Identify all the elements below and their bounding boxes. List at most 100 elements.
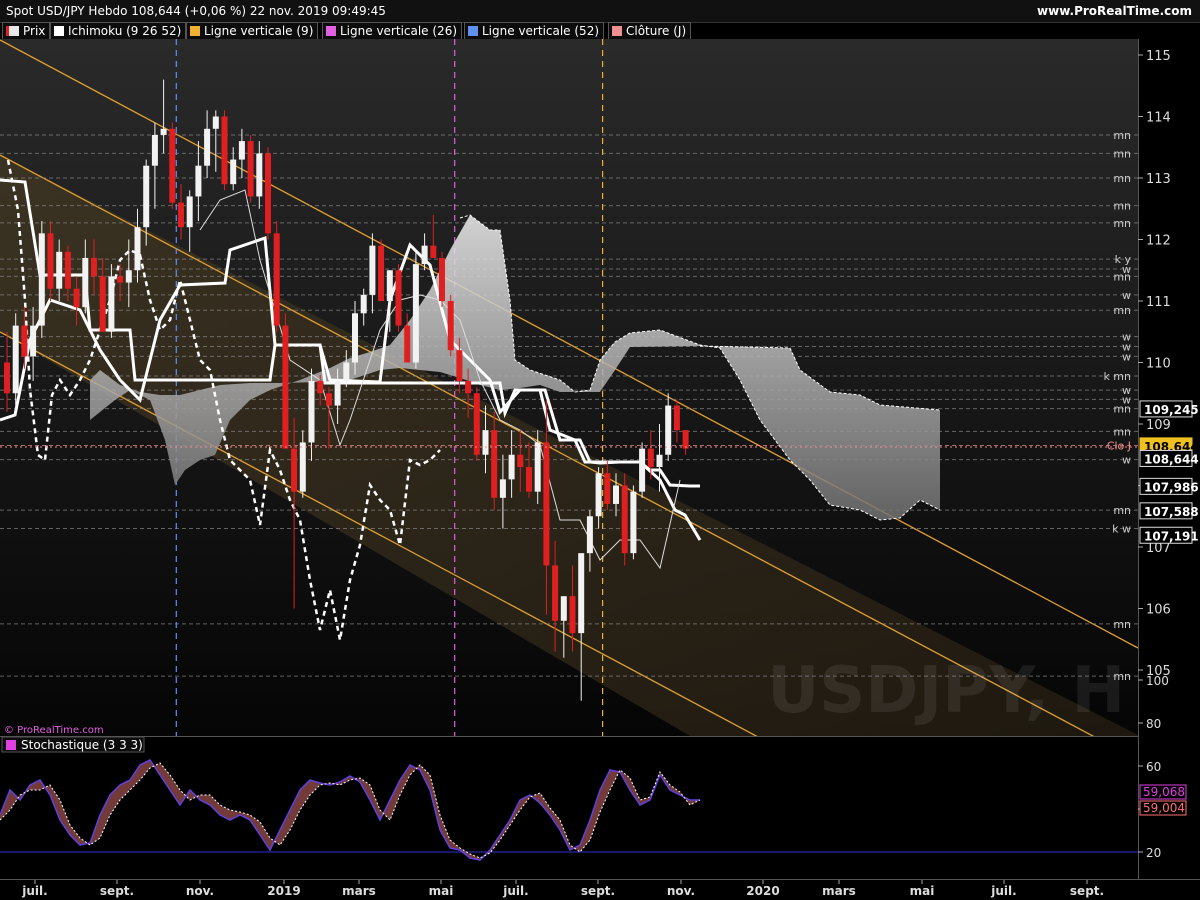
candle-body bbox=[64, 251, 71, 289]
legend-item-prix[interactable]: Prix bbox=[2, 22, 51, 40]
candle-body bbox=[125, 270, 132, 283]
candle-body bbox=[247, 141, 254, 197]
legend-swatch bbox=[326, 26, 336, 36]
candle-body bbox=[212, 116, 219, 129]
candle-body bbox=[621, 485, 628, 554]
y-tick-label: 113 bbox=[1146, 172, 1171, 187]
x-tick-label: nov. bbox=[667, 884, 695, 898]
y-tick-label: 112 bbox=[1146, 234, 1171, 249]
x-tick-label: sept. bbox=[1070, 884, 1104, 898]
x-tick-label: juil. bbox=[502, 884, 528, 898]
candle-body bbox=[456, 350, 463, 381]
candle-body bbox=[421, 245, 428, 265]
legend-label: Prix bbox=[23, 24, 46, 38]
level-tag: w bbox=[1122, 454, 1131, 467]
candle-body bbox=[21, 325, 28, 357]
candle-body bbox=[430, 245, 437, 258]
x-tick-label: sept. bbox=[581, 884, 615, 898]
candle-body bbox=[673, 405, 680, 431]
candle-body bbox=[552, 565, 559, 621]
candle-body bbox=[360, 294, 367, 314]
level-tag: w bbox=[1122, 289, 1131, 302]
brand-link[interactable]: www.ProRealTime.com bbox=[1037, 4, 1192, 18]
y-tick-label: 111 bbox=[1146, 295, 1171, 310]
legend-item-ligne-26[interactable]: Ligne verticale (26) bbox=[322, 22, 463, 40]
candle-body bbox=[343, 362, 350, 381]
legend-item-ligne-9[interactable]: Ligne verticale (9) bbox=[186, 22, 319, 40]
watermark: USDJPY, H bbox=[767, 654, 1125, 728]
candle-body bbox=[534, 442, 541, 492]
y-tick-label: 110 bbox=[1146, 357, 1171, 372]
x-tick-label: mars bbox=[342, 884, 376, 898]
legend-label: Ligne verticale (9) bbox=[204, 24, 314, 38]
candle-body bbox=[4, 362, 10, 394]
candle-body bbox=[73, 288, 80, 308]
candle-body bbox=[82, 257, 89, 308]
candle-body bbox=[508, 454, 515, 480]
price-chart[interactable]: USDJPY, H © ProRealTime.com mn mn mn mn mn k … bbox=[0, 39, 1200, 900]
candle-body bbox=[334, 380, 341, 406]
candle-body bbox=[91, 257, 97, 277]
legend-item-cloture[interactable]: Clôture (J) bbox=[608, 22, 692, 40]
level-tag: mn bbox=[1113, 147, 1131, 160]
x-tick-label: sept. bbox=[100, 884, 134, 898]
legend-item-ichimoku[interactable]: Ichimoku (9 26 52) bbox=[50, 22, 187, 40]
legend-label: Ligne verticale (52) bbox=[482, 24, 600, 38]
candle-body bbox=[647, 448, 654, 468]
legend-swatch bbox=[6, 26, 19, 36]
y-tick-label: 114 bbox=[1146, 111, 1171, 126]
candle-body bbox=[238, 141, 245, 160]
candle-body bbox=[543, 442, 550, 566]
legend-bar: Prix Ichimoku (9 26 52) Ligne verticale … bbox=[0, 22, 1200, 40]
y-tick-label: 115 bbox=[1146, 49, 1171, 64]
legend-item-ligne-52[interactable]: Ligne verticale (52) bbox=[464, 22, 605, 40]
x-tick-label: nov. bbox=[186, 884, 214, 898]
candle-body bbox=[160, 128, 167, 135]
candle-body bbox=[56, 251, 63, 289]
x-tick-label: mai bbox=[429, 884, 454, 898]
candle-body bbox=[604, 473, 611, 504]
candle-body bbox=[482, 430, 489, 455]
chart-title: Spot USD/JPY Hebdo 108,644 (+0,06 %) 22 … bbox=[6, 4, 386, 18]
level-tag: w bbox=[1122, 350, 1131, 363]
price-label: 108,644 bbox=[1144, 452, 1199, 466]
candle-body bbox=[586, 516, 593, 554]
level-tag: mn bbox=[1113, 270, 1131, 283]
level-tag: mn bbox=[1113, 670, 1131, 683]
price-label: 107,588 bbox=[1144, 505, 1199, 519]
candle-body bbox=[465, 380, 472, 394]
candle-body bbox=[30, 325, 37, 357]
candle-body bbox=[560, 596, 567, 621]
candle-body bbox=[317, 380, 324, 394]
candle-body bbox=[682, 430, 689, 449]
stochastic-k-value: 59,068 bbox=[1143, 785, 1185, 799]
candle-body bbox=[412, 264, 419, 363]
legend-label: Ligne verticale (26) bbox=[340, 24, 458, 38]
stochastic-title: Stochastique (3 3 3) bbox=[21, 738, 143, 752]
candle-body bbox=[47, 233, 54, 289]
top-bar: Spot USD/JPY Hebdo 108,644 (+0,06 %) 22 … bbox=[0, 0, 1200, 23]
candle-body bbox=[578, 553, 585, 634]
candle-body bbox=[178, 202, 184, 228]
level-tag: k mn bbox=[1103, 370, 1131, 383]
candle-body bbox=[526, 467, 532, 492]
x-tick-label: juil. bbox=[21, 884, 47, 898]
candle-body bbox=[108, 276, 115, 332]
stochastic-tick-label: 100 bbox=[1146, 674, 1169, 688]
level-tag: mn bbox=[1113, 403, 1131, 416]
candle-body bbox=[473, 393, 480, 455]
candle-body bbox=[195, 165, 202, 197]
copyright: © ProRealTime.com bbox=[4, 725, 104, 736]
stochastic-panel-background bbox=[0, 737, 1138, 879]
legend-swatch bbox=[612, 26, 622, 36]
x-tick-label: mars bbox=[822, 884, 856, 898]
legend-label: Ichimoku (9 26 52) bbox=[68, 24, 182, 38]
candle-body bbox=[299, 442, 306, 492]
candle-body bbox=[656, 454, 663, 468]
level-tag: mn bbox=[1113, 129, 1131, 142]
y-tick-label: 109 bbox=[1146, 418, 1171, 433]
candle-body bbox=[569, 596, 576, 634]
x-tick-label: 2019 bbox=[267, 884, 300, 898]
candle-body bbox=[265, 153, 271, 234]
candle-body bbox=[282, 325, 289, 449]
